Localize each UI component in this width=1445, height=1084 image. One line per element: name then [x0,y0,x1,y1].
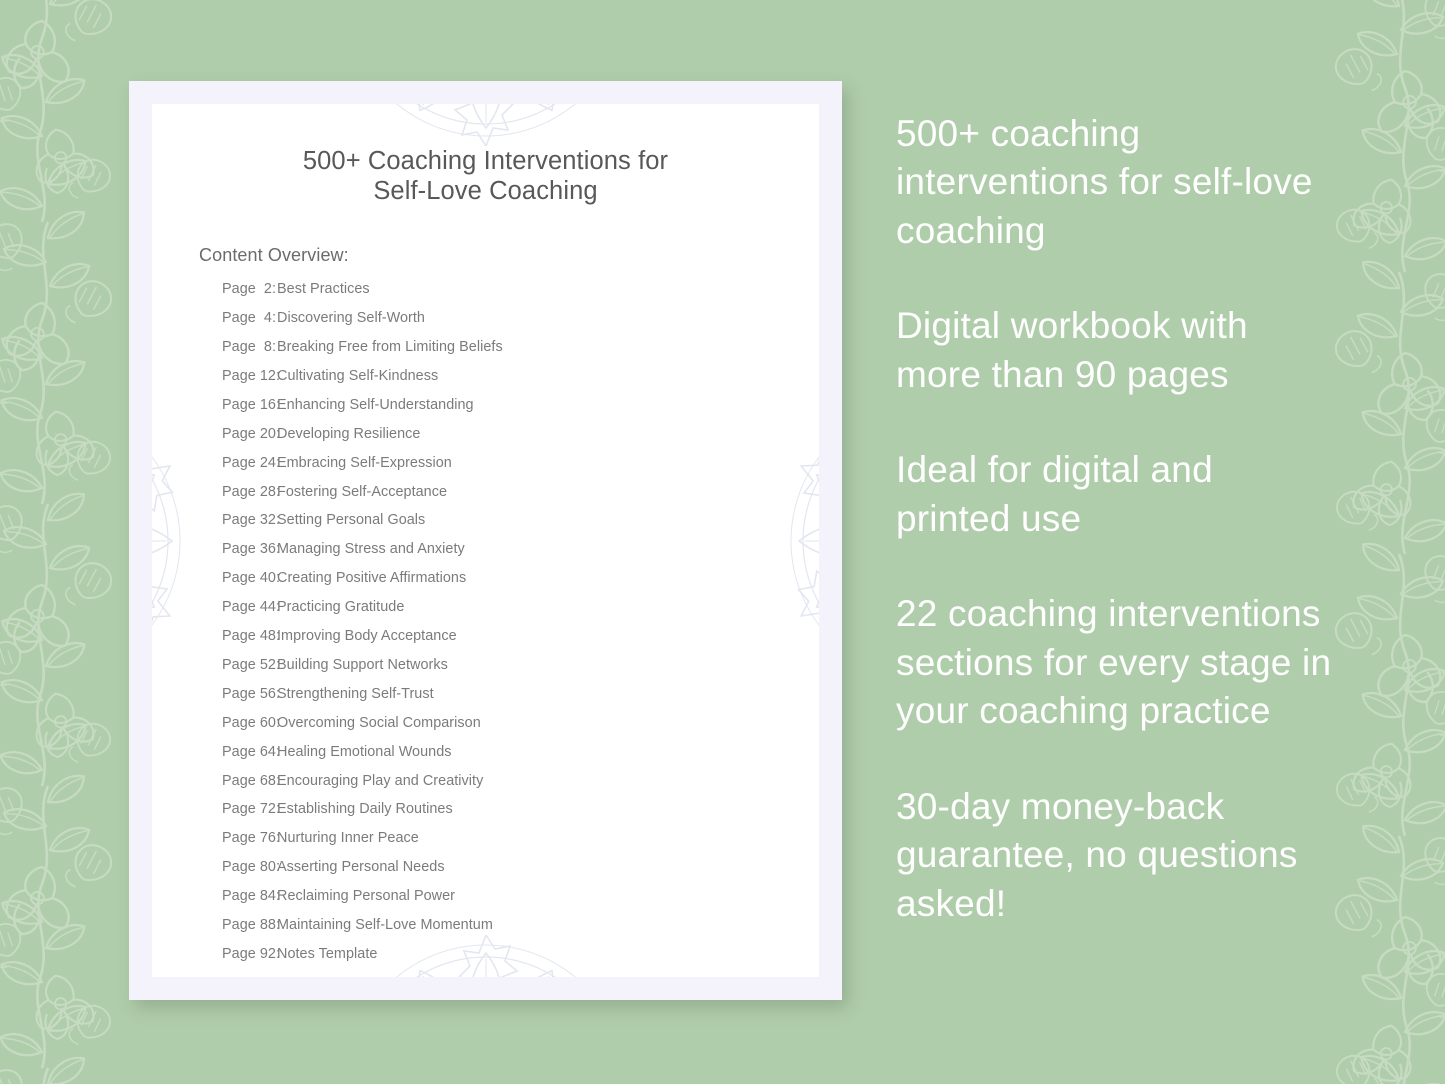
marketing-copy: 500+ coaching interventions for self-lov… [896,110,1332,928]
toc-item-label: Creating Positive Affirmations [277,570,467,587]
toc-item-page: Page 44: [222,599,281,616]
content-overview-label: Content Overview: [199,245,349,266]
floral-vine-icon [0,0,136,1084]
toc-item-page: Page 68: [222,772,281,789]
toc-item-page: Page 72: [222,801,281,818]
toc-item-label: Maintaining Self-Love Momentum [277,917,493,934]
toc-item-page: Page 24: [222,454,281,471]
toc-item: Page 56: Strengthening Self-Trust [222,685,819,702]
toc-item-page: Page 48: [222,628,281,645]
toc-item-page: Page 64: [222,743,281,760]
toc-item-label: Asserting Personal Needs [277,859,445,876]
toc-item-label: Nurturing Inner Peace [277,830,419,847]
product-listing-image: 500+ Coaching Interventions for Self-Lov… [0,0,1445,1084]
toc-item-label: Overcoming Social Comparison [277,714,481,731]
toc-item-label: Managing Stress and Anxiety [277,541,465,558]
toc-item: Page 48: Improving Body Acceptance [222,628,819,645]
toc-item: Page 2: Best Practices [222,281,819,298]
toc-item: Page 88: Maintaining Self-Love Momentum [222,917,819,934]
workbook-page: 500+ Coaching Interventions for Self-Lov… [152,104,819,977]
toc-item-page: Page 16: [222,396,281,413]
toc-item-label: Reclaiming Personal Power [277,888,456,905]
toc-item: Page 4: Discovering Self-Worth [222,310,819,327]
toc-item: Page 24: Embracing Self-Expression [222,454,819,471]
toc-item-label: Discovering Self-Worth [277,310,425,327]
toc-item-label: Enhancing Self-Understanding [277,396,474,413]
marketing-line: 30-day money-back guarantee, no question… [896,785,1298,924]
toc-item-label: Practicing Gratitude [277,599,405,616]
toc-item-page: Page 56: [222,685,281,702]
toc-item-page: Page 84: [222,888,281,905]
toc-item-label: Fostering Self-Acceptance [277,483,448,500]
marketing-line: 22 coaching interventions sections for e… [896,593,1332,732]
toc-item-page: Page 28: [222,483,281,500]
toc-item: Page 64: Healing Emotional Wounds [222,743,819,760]
toc-item-page: Page 88: [222,917,281,934]
toc-item-page: Page 2: [222,281,277,298]
toc-item-page: Page 76: [222,830,281,847]
toc-item-label: Strengthening Self-Trust [277,685,434,702]
toc-item-page: Page 60: [222,714,281,731]
marketing-line: Digital workbook with more than 90 pages [896,305,1248,395]
toc-item-page: Page 80: [222,859,281,876]
toc-item-page: Page 52: [222,656,281,673]
toc-item: Page 32: Setting Personal Goals [222,512,819,529]
toc-item-page: Page 32: [222,512,281,529]
toc-item-label: Encouraging Play and Creativity [277,772,484,789]
toc-item: Page 60: Overcoming Social Comparison [222,714,819,731]
toc-item-page: Page 92: [222,946,281,962]
toc-item: Page 52: Building Support Networks [222,656,819,673]
toc-item: Page 28: Fostering Self-Acceptance [222,483,819,500]
toc-item-label: Building Support Networks [277,656,448,673]
toc-item-label: Improving Body Acceptance [277,628,457,645]
toc-item-page: Page 8: [222,338,277,355]
toc-item: Page 36: Managing Stress and Anxiety [222,541,819,558]
toc-item: Page 84: Reclaiming Personal Power [222,888,819,905]
page-content: 500+ Coaching Interventions for Self-Lov… [152,104,819,961]
toc-item-page: Page 4: [222,310,277,327]
toc-item-label: Healing Emotional Wounds [277,743,452,760]
toc-item: Page 92: Notes Template [222,946,819,962]
toc-item-label: Breaking Free from Limiting Beliefs [277,338,503,355]
toc-item-page: Page 20: [222,425,281,442]
toc-item-label: Establishing Daily Routines [277,801,453,818]
toc-item: Page 16: Enhancing Self-Understanding [222,396,819,413]
marketing-line: Ideal for digital and printed use [896,449,1213,539]
toc-item: Page 80: Asserting Personal Needs [222,859,819,876]
toc-item-page: Page 36: [222,541,281,558]
toc-item-label: Best Practices [277,281,370,298]
table-of-contents: Page 2: Best Practices Page 4: Discovering … [152,266,819,962]
toc-item: Page 8: Breaking Free from Limiting Belie… [222,338,819,355]
toc-item-page: Page 12: [222,367,281,384]
marketing-line: 500+ coaching interventions for self-lov… [896,113,1313,251]
toc-item: Page 76: Nurturing Inner Peace [222,830,819,847]
toc-item-label: Setting Personal Goals [277,512,426,529]
product-card: 500+ Coaching Interventions for Self-Lov… [129,81,842,1000]
toc-item: Page 12: Cultivating Self-Kindness [222,367,819,384]
toc-item: Page 20: Developing Resilience [222,425,819,442]
toc-item-label: Notes Template [277,946,378,962]
page-title: 500+ Coaching Interventions for Self-Lov… [302,147,669,205]
toc-item-page: Page 40: [222,570,281,587]
toc-item: Page 68: Encouraging Play and Creativity [222,772,819,789]
toc-item: Page 72: Establishing Daily Routines [222,801,819,818]
toc-item-label: Developing Resilience [277,425,421,442]
toc-item: Page 40: Creating Positive Affirmations [222,570,819,587]
toc-item-label: Cultivating Self-Kindness [277,367,439,384]
toc-item-label: Embracing Self-Expression [277,454,452,471]
toc-item: Page 44: Practicing Gratitude [222,599,819,616]
